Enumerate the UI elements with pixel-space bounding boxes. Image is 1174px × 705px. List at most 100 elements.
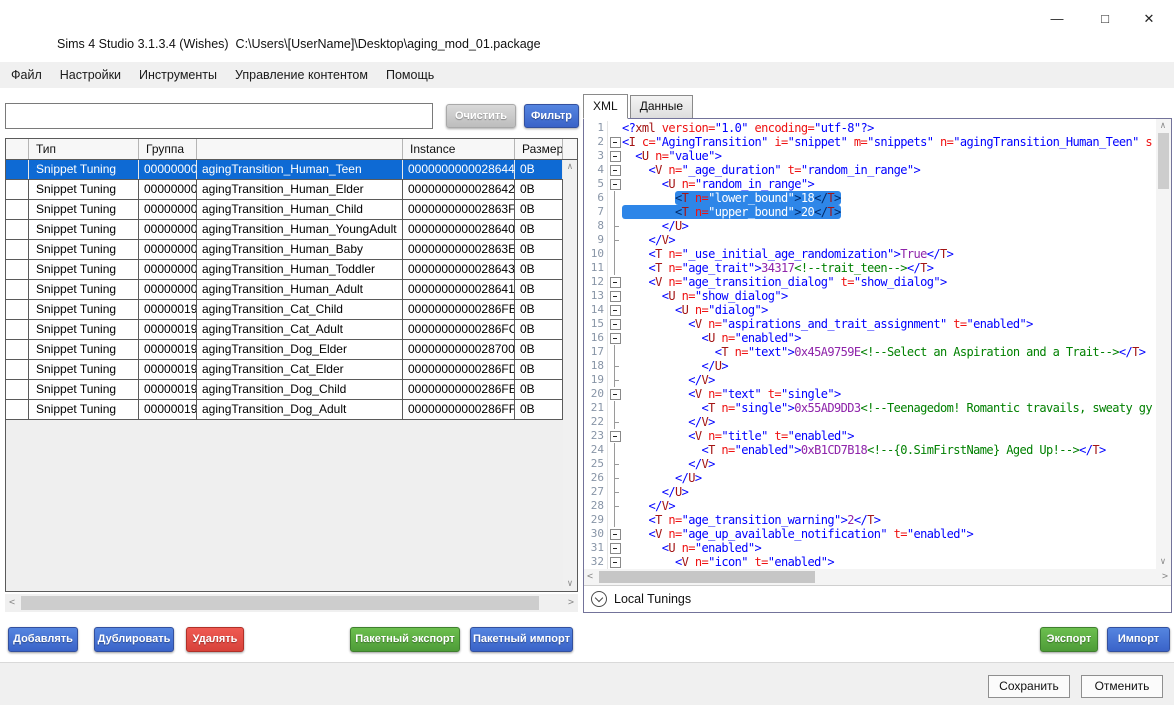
table-row[interactable]: Snippet Tuning00000000agingTransition_Hu… [6, 260, 563, 280]
scroll-down-icon[interactable]: ∨ [563, 578, 577, 590]
fold-collapse-icon[interactable] [608, 163, 622, 177]
code-line[interactable]: 1<?xml version="1.0" encoding="utf-8"?> [584, 121, 1156, 135]
scrollbar-thumb[interactable] [599, 571, 815, 583]
chevron-down-circle-icon[interactable] [591, 591, 607, 607]
table-vertical-scrollbar[interactable]: ∧ ∨ [563, 160, 577, 591]
scrollbar-thumb[interactable] [1158, 133, 1169, 189]
code-line[interactable]: 31 <U n="enabled"> [584, 541, 1156, 555]
table-row[interactable]: Snippet Tuning00000000agingTransition_Hu… [6, 240, 563, 260]
import-button[interactable]: Импорт [1107, 627, 1170, 652]
scroll-up-icon[interactable]: ∧ [563, 161, 577, 173]
table-row[interactable]: Snippet Tuning00000000agingTransition_Hu… [6, 200, 563, 220]
code-line[interactable]: 9 </V> [584, 233, 1156, 247]
code-line[interactable]: 25 </V> [584, 457, 1156, 471]
close-icon[interactable]: ✕ [1132, 6, 1166, 32]
code-line[interactable]: 32 <V n="icon" t="enabled"> [584, 555, 1156, 569]
menu-item[interactable]: Управление контентом [226, 62, 377, 88]
fold-collapse-icon[interactable] [608, 303, 622, 317]
cancel-button[interactable]: Отменить [1081, 675, 1163, 698]
scroll-down-icon[interactable]: ∨ [1156, 556, 1170, 568]
code-vertical-scrollbar[interactable]: ∧ ∨ [1156, 119, 1171, 569]
menu-item[interactable]: Инструменты [130, 62, 226, 88]
scroll-right-icon[interactable]: > [1162, 568, 1168, 586]
fold-collapse-icon[interactable] [608, 289, 622, 303]
local-tunings-expander[interactable]: Local Tunings [584, 585, 1171, 612]
code-line[interactable]: 22 </V> [584, 415, 1156, 429]
scrollbar-thumb[interactable] [21, 596, 539, 610]
code-line[interactable]: 11 <T n="age_trait">34317<!--trait_teen-… [584, 261, 1156, 275]
code-line[interactable]: 24 <T n="enabled">0xB1CD7B18<!--{0.SimFi… [584, 443, 1156, 457]
code-line[interactable]: 5 <U n="random_in_range"> [584, 177, 1156, 191]
table-row[interactable]: Snippet Tuning00000000agingTransition_Hu… [6, 220, 563, 240]
menu-item[interactable]: Помощь [377, 62, 443, 88]
code-line[interactable]: 29 <T n="age_transition_warning">2</T> [584, 513, 1156, 527]
fold-collapse-icon[interactable] [608, 135, 622, 149]
table-row[interactable]: Snippet Tuning00000019agingTransition_Ca… [6, 320, 563, 340]
code-line[interactable]: 26 </U> [584, 471, 1156, 485]
code-line[interactable]: 2<I c="AgingTransition" i="snippet" m="s… [584, 135, 1156, 149]
search-input[interactable] [5, 103, 433, 129]
code-line[interactable]: 20 <V n="text" t="single"> [584, 387, 1156, 401]
code-line[interactable]: 12 <V n="age_transition_dialog" t="show_… [584, 275, 1156, 289]
column-header[interactable]: Тип [29, 139, 139, 159]
table-row[interactable]: Snippet Tuning00000019agingTransition_Ca… [6, 300, 563, 320]
code-line[interactable]: 19 </V> [584, 373, 1156, 387]
code-line[interactable]: 17 <T n="text">0x45A9759E<!--Select an A… [584, 345, 1156, 359]
fold-collapse-icon[interactable] [608, 387, 622, 401]
xml-code-editor[interactable]: 1<?xml version="1.0" encoding="utf-8"?>2… [584, 119, 1171, 569]
code-line[interactable]: 4 <V n="_age_duration" t="random_in_rang… [584, 163, 1156, 177]
minimize-icon[interactable]: — [1040, 6, 1074, 32]
fold-collapse-icon[interactable] [608, 555, 622, 569]
code-line[interactable]: 16 <U n="enabled"> [584, 331, 1156, 345]
fold-collapse-icon[interactable] [608, 177, 622, 191]
code-line[interactable]: 3 <U n="value"> [584, 149, 1156, 163]
save-button[interactable]: Сохранить [988, 675, 1070, 698]
table-row[interactable]: Snippet Tuning00000000agingTransition_Hu… [6, 280, 563, 300]
export-button[interactable]: Экспорт [1040, 627, 1098, 652]
add-button[interactable]: Добавлять [8, 627, 78, 652]
code-horizontal-scrollbar[interactable]: < > [584, 569, 1171, 585]
scroll-right-icon[interactable]: > [568, 594, 574, 612]
filter-button[interactable]: Фильтр [524, 104, 579, 128]
scroll-left-icon[interactable]: < [9, 594, 15, 612]
code-line[interactable]: 8 </U> [584, 219, 1156, 233]
batch-export-button[interactable]: Пакетный экспорт [350, 627, 460, 652]
code-line[interactable]: 21 <T n="single">0x55AD9DD3<!--Teenagedo… [584, 401, 1156, 415]
fold-collapse-icon[interactable] [608, 541, 622, 555]
code-line[interactable]: 15 <V n="aspirations_and_trait_assignmen… [584, 317, 1156, 331]
batch-import-button[interactable]: Пакетный импорт [470, 627, 573, 652]
column-header[interactable]: Группа [139, 139, 197, 159]
menu-item[interactable]: Настройки [51, 62, 130, 88]
code-line[interactable]: 14 <U n="dialog"> [584, 303, 1156, 317]
code-line[interactable]: 10 <T n="_use_initial_age_randomization"… [584, 247, 1156, 261]
tab-данные[interactable]: Данные [630, 95, 693, 119]
code-line[interactable]: 13 <U n="show_dialog"> [584, 289, 1156, 303]
maximize-icon[interactable]: □ [1088, 6, 1122, 32]
duplicate-button[interactable]: Дублировать [94, 627, 174, 652]
code-line[interactable]: 23 <V n="title" t="enabled"> [584, 429, 1156, 443]
code-line[interactable]: 7 <T n="upper_bound">20</T> [584, 205, 1156, 219]
fold-collapse-icon[interactable] [608, 275, 622, 289]
column-header[interactable]: Instance [403, 139, 515, 159]
fold-collapse-icon[interactable] [608, 429, 622, 443]
scroll-left-icon[interactable]: < [587, 568, 593, 586]
table-row[interactable]: Snippet Tuning00000019agingTransition_Do… [6, 380, 563, 400]
fold-collapse-icon[interactable] [608, 149, 622, 163]
clear-button[interactable]: Очистить [446, 104, 516, 128]
fold-collapse-icon[interactable] [608, 331, 622, 345]
column-header[interactable] [197, 139, 403, 159]
fold-collapse-icon[interactable] [608, 317, 622, 331]
column-header[interactable]: Размер [515, 139, 563, 159]
code-line[interactable]: 27 </U> [584, 485, 1156, 499]
code-line[interactable]: 28 </V> [584, 499, 1156, 513]
table-row[interactable]: Snippet Tuning00000000agingTransition_Hu… [6, 160, 563, 180]
tab-xml[interactable]: XML [583, 94, 628, 119]
menu-item[interactable]: Файл [2, 62, 51, 88]
table-row[interactable]: Snippet Tuning00000000agingTransition_Hu… [6, 180, 563, 200]
code-line[interactable]: 30 <V n="age_up_available_notification" … [584, 527, 1156, 541]
code-line[interactable]: 18 </U> [584, 359, 1156, 373]
table-row[interactable]: Snippet Tuning00000019agingTransition_Do… [6, 340, 563, 360]
code-lines[interactable]: 1<?xml version="1.0" encoding="utf-8"?>2… [584, 121, 1156, 569]
table-horizontal-scrollbar[interactable]: < > [5, 594, 578, 612]
fold-collapse-icon[interactable] [608, 527, 622, 541]
